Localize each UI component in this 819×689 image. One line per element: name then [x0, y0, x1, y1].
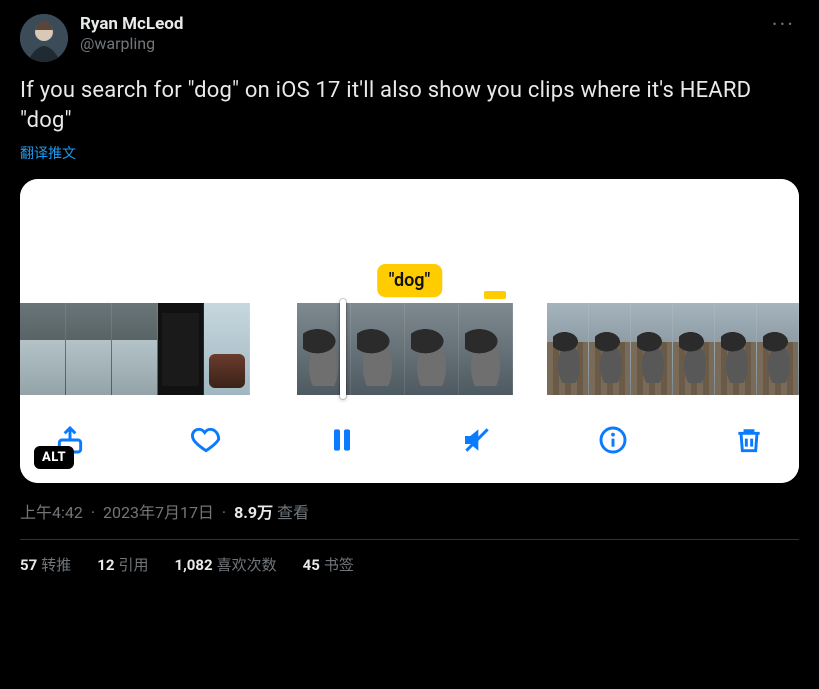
clip-frame — [405, 303, 459, 395]
clip-frame — [204, 303, 250, 395]
media-card[interactable]: "dog" — [20, 179, 799, 483]
clip-frame — [112, 303, 158, 395]
clip-frame — [673, 303, 715, 395]
stat-bookmarks[interactable]: 45书签 — [303, 554, 354, 575]
tweet-time[interactable]: 上午4:42 — [20, 503, 83, 522]
quotes-label: 引用 — [118, 556, 148, 574]
avatar[interactable] — [20, 14, 68, 62]
author-handle: @warpling — [80, 34, 756, 53]
views-count: 8.9万 — [234, 503, 273, 522]
tweet-header: Ryan McLeod @warpling ··· — [20, 14, 799, 62]
trash-icon[interactable] — [731, 422, 767, 458]
clip-frame — [589, 303, 631, 395]
clip-frame — [547, 303, 589, 395]
tweet-meta: 上午4:42 · 2023年7月17日 · 8.9万 查看 — [20, 499, 799, 523]
clip-strip — [20, 301, 799, 397]
media-controls — [20, 397, 799, 483]
heart-icon[interactable] — [188, 422, 224, 458]
clip-frame — [351, 303, 405, 395]
search-chip: "dog" — [377, 264, 443, 297]
author-names[interactable]: Ryan McLeod @warpling — [80, 14, 756, 53]
video-timeline[interactable] — [20, 301, 799, 397]
clip-frame — [757, 303, 799, 395]
tweet-date[interactable]: 2023年7月17日 — [103, 503, 214, 522]
views-label: 查看 — [277, 503, 309, 522]
tweet-text: If you search for "dog" on iOS 17 it'll … — [20, 76, 799, 135]
stat-likes[interactable]: 1,082 喜欢次数 — [174, 554, 276, 575]
clip-group[interactable] — [297, 303, 513, 395]
likes-label: 喜欢次数 — [217, 556, 277, 574]
author-display-name: Ryan McLeod — [80, 14, 756, 34]
translate-link[interactable]: 翻译推文 — [20, 143, 799, 163]
likes-count: 1,082 — [174, 556, 212, 574]
tweet-stats: 57转推 12引用 1,082 喜欢次数 45书签 — [20, 540, 799, 575]
clip-frame — [66, 303, 112, 395]
bookmarks-count: 45 — [303, 556, 320, 574]
more-icon[interactable]: ··· — [768, 14, 799, 37]
clip-group[interactable] — [20, 303, 250, 395]
info-icon[interactable] — [595, 422, 631, 458]
clip-frame — [158, 303, 204, 395]
media-top: "dog" — [20, 179, 799, 301]
pause-icon[interactable] — [324, 422, 360, 458]
mute-icon[interactable] — [459, 422, 495, 458]
retweets-label: 转推 — [41, 556, 71, 574]
clip-frame — [459, 303, 513, 395]
tweet: Ryan McLeod @warpling ··· If you search … — [0, 0, 819, 585]
retweets-count: 57 — [20, 556, 37, 574]
bookmarks-label: 书签 — [324, 556, 354, 574]
stat-quotes[interactable]: 12引用 — [97, 554, 148, 575]
stat-retweets[interactable]: 57转推 — [20, 554, 71, 575]
clip-frame — [631, 303, 673, 395]
clip-group[interactable] — [547, 303, 799, 395]
playhead[interactable] — [340, 299, 346, 399]
alt-badge[interactable]: ALT — [34, 446, 74, 469]
clip-frame — [20, 303, 66, 395]
quotes-count: 12 — [97, 556, 114, 574]
clip-frame — [715, 303, 757, 395]
